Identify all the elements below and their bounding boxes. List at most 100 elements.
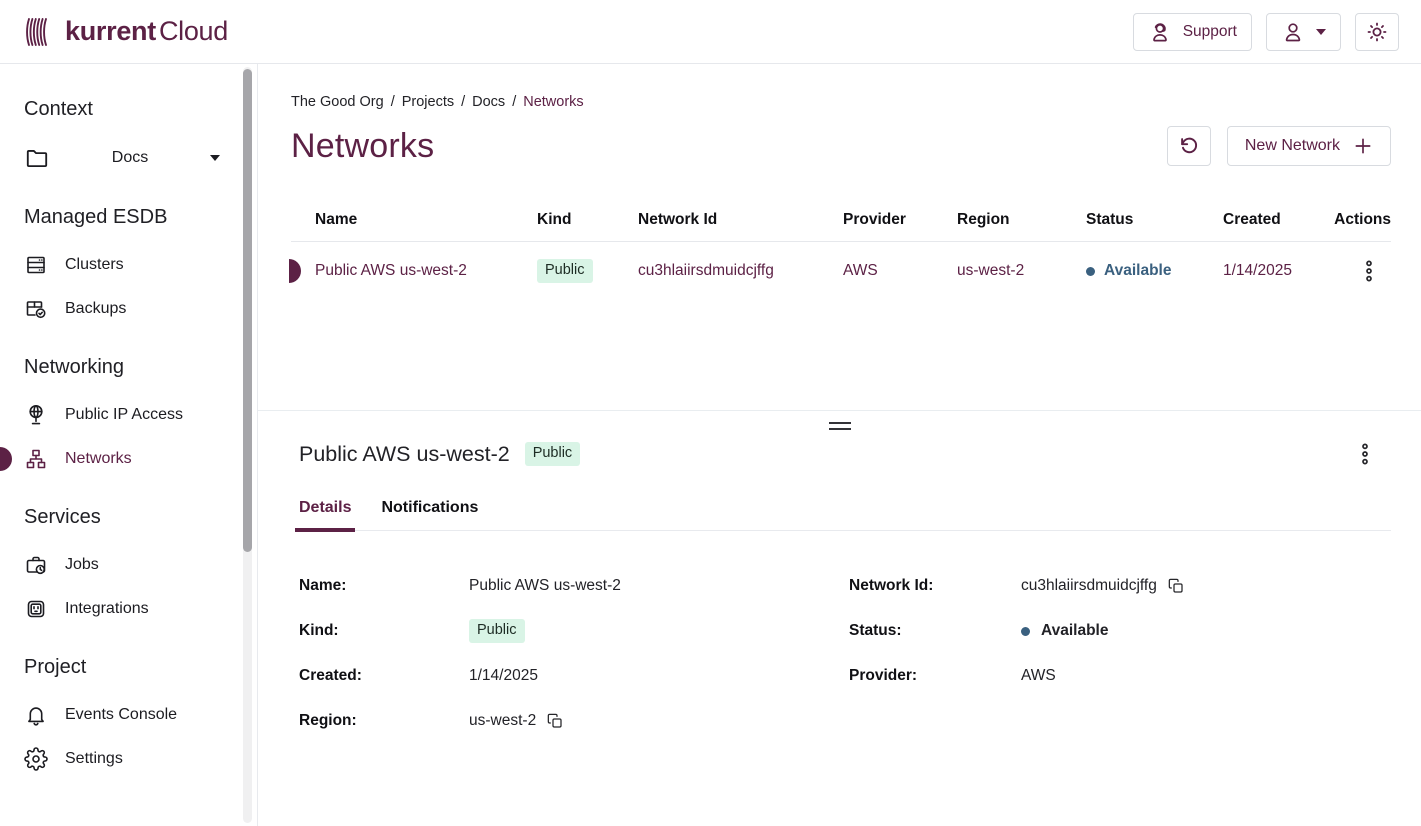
kurrent-waveform-icon [24, 16, 56, 48]
field-label: Network Id: [849, 577, 1021, 595]
sidebar-item-clusters[interactable]: Clusters [24, 253, 227, 277]
table-row[interactable]: Public AWS us-west-2 Public cu3hlaiirsdm… [291, 242, 1391, 300]
cell-network-id: cu3hlaiirsdmuidcjffg [638, 262, 843, 280]
sidebar-item-label: Backups [65, 300, 126, 318]
new-network-button[interactable]: New Network [1227, 126, 1391, 166]
theme-toggle-button[interactable] [1355, 13, 1399, 51]
column-header-created: Created [1223, 211, 1331, 229]
top-header: kurrentCloud Support [0, 0, 1421, 64]
detail-actions-menu-button[interactable] [1357, 439, 1373, 469]
sidebar-scrollbar-thumb[interactable] [243, 69, 252, 552]
context-project-selector[interactable]: Docs [24, 145, 220, 171]
column-header-region: Region [957, 211, 1086, 229]
field-label: Status: [849, 622, 1021, 640]
sidebar-item-label: Public IP Access [65, 406, 183, 424]
bell-icon [24, 703, 48, 727]
copy-icon [547, 713, 563, 729]
copy-network-id-button[interactable] [1168, 578, 1184, 594]
sidebar-item-backups[interactable]: Backups [24, 297, 227, 321]
selected-row-marker [289, 259, 301, 283]
chevron-down-icon [1316, 29, 1326, 35]
app-window: kurrentCloud Support [0, 0, 1421, 826]
breadcrumb: The Good Org / Projects / Docs / Networks [291, 94, 1391, 110]
kind-badge: Public [537, 259, 593, 283]
tab-details[interactable]: Details [299, 499, 351, 517]
copy-icon [1168, 578, 1184, 594]
topology-icon [24, 447, 48, 471]
breadcrumb-current: Networks [523, 94, 583, 110]
networks-list-pane: The Good Org / Projects / Docs / Networks Netw… [258, 64, 1421, 410]
sidebar-section-project: Project [24, 656, 227, 679]
sidebar-item-settings[interactable]: Settings [24, 747, 227, 771]
column-header-provider: Provider [843, 211, 957, 229]
field-name: Name: Public AWS us-west-2 [299, 573, 849, 599]
field-value: us-west-2 [469, 712, 536, 730]
status-label: Available [1041, 622, 1109, 640]
sidebar-item-jobs[interactable]: Jobs [24, 553, 227, 577]
column-header-actions: Actions [1331, 211, 1391, 229]
gear-icon [24, 747, 48, 771]
folder-icon [24, 145, 50, 171]
sidebar-item-label: Clusters [65, 256, 124, 274]
context-selector-value: Docs [50, 149, 210, 167]
cell-name: Public AWS us-west-2 [315, 262, 537, 280]
sidebar-item-label: Events Console [65, 706, 177, 724]
breadcrumb-separator: / [512, 94, 516, 110]
logo-wordmark: kurrentCloud [65, 16, 228, 47]
sidebar-section-services: Services [24, 506, 227, 529]
globe-node-icon [24, 403, 48, 427]
column-header-network-id: Network Id [638, 211, 843, 229]
field-label: Region: [299, 712, 469, 730]
cell-region: us-west-2 [957, 262, 1086, 280]
copy-region-button[interactable] [547, 713, 563, 729]
sidebar-item-label: Integrations [65, 600, 149, 618]
field-provider: Provider: AWS [849, 663, 1391, 689]
row-actions-menu-button[interactable] [1361, 256, 1377, 286]
status-label: Available [1104, 262, 1172, 280]
field-region: Region: us-west-2 [299, 708, 849, 734]
field-label: Name: [299, 577, 469, 595]
kurrent-cloud-logo[interactable]: kurrentCloud [24, 16, 228, 48]
table-header-row: Name Kind Network Id Provider Region Sta… [291, 198, 1391, 242]
support-label: Support [1183, 23, 1237, 41]
breadcrumb-project[interactable]: Docs [472, 94, 505, 110]
breadcrumb-separator: / [391, 94, 395, 110]
chevron-down-icon [210, 155, 220, 161]
sidebar-item-public-ip-access[interactable]: Public IP Access [24, 403, 227, 427]
column-header-status: Status [1086, 211, 1223, 229]
field-network-id: Network Id: cu3hlaiirsdmuidcjffg [849, 573, 1391, 599]
kebab-dots-icon [1361, 443, 1369, 465]
sidebar-section-context: Context [24, 98, 227, 121]
sidebar-item-integrations[interactable]: Integrations [24, 597, 227, 621]
sidebar-section-networking: Networking [24, 356, 227, 379]
field-value: cu3hlaiirsdmuidcjffg [1021, 577, 1157, 595]
outlet-icon [24, 597, 48, 621]
plus-icon [1353, 136, 1373, 156]
field-value: 1/14/2025 [469, 667, 538, 685]
field-value: AWS [1021, 667, 1056, 685]
breadcrumb-separator: / [461, 94, 465, 110]
briefcase-clock-icon [24, 553, 48, 577]
column-header-name: Name [315, 211, 537, 229]
page-title: Networks [291, 127, 434, 166]
field-status: Status: Available [849, 618, 1391, 644]
tab-notifications[interactable]: Notifications [381, 499, 478, 517]
sidebar-item-label: Jobs [65, 556, 99, 574]
breadcrumb-projects[interactable]: Projects [402, 94, 454, 110]
support-button[interactable]: Support [1133, 13, 1252, 51]
field-created: Created: 1/14/2025 [299, 663, 849, 689]
account-menu-button[interactable] [1266, 13, 1341, 51]
breadcrumb-org[interactable]: The Good Org [291, 94, 384, 110]
sidebar-item-events-console[interactable]: Events Console [24, 703, 227, 727]
server-stack-icon [24, 253, 48, 277]
detail-title: Public AWS us-west-2 [299, 442, 510, 467]
refresh-button[interactable] [1167, 126, 1211, 166]
main-content: The Good Org / Projects / Docs / Networks Netw… [258, 64, 1421, 826]
field-label: Created: [299, 667, 469, 685]
active-item-marker [0, 447, 12, 471]
field-kind: Kind: Public [299, 618, 849, 644]
field-label: Provider: [849, 667, 1021, 685]
package-check-icon [24, 297, 48, 321]
sidebar-item-networks[interactable]: Networks [24, 447, 227, 471]
cell-provider: AWS [843, 262, 957, 280]
